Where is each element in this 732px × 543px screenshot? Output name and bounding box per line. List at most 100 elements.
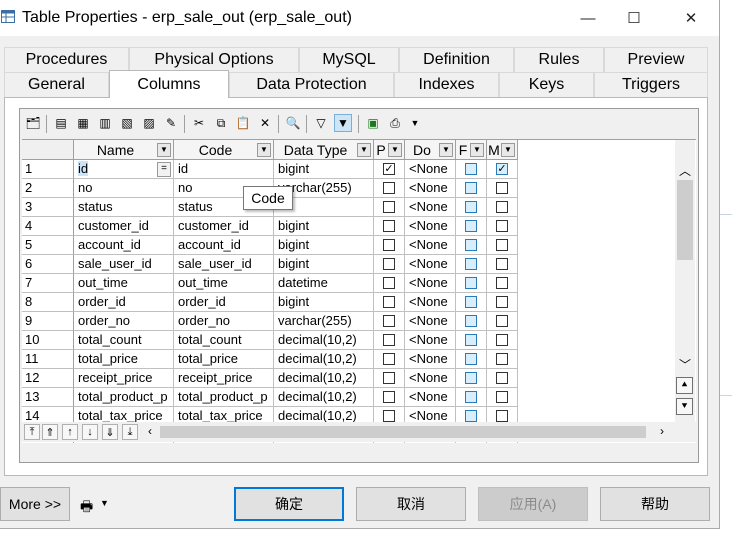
mandatory-checkbox[interactable] [496,239,508,251]
code-cell[interactable]: order_no [174,312,274,331]
table-row[interactable]: 12 receipt_price receipt_price decimal(10,2… [22,369,674,388]
copy-icon[interactable]: ⧉ [212,114,230,132]
name-cell[interactable]: customer_id [74,217,174,236]
scroll-page-down-icon[interactable]: ⯆ [676,398,693,415]
print-icon[interactable]: ⎙ [386,114,404,132]
more-button[interactable]: More >> [0,487,70,521]
foreign-checkbox[interactable] [465,353,477,365]
primary-cell[interactable] [374,369,405,388]
foreign-cell[interactable] [456,198,487,217]
tab-columns[interactable]: Columns [109,70,229,98]
name-cell[interactable]: account_id [74,236,174,255]
cancel-button[interactable]: 取消 [356,487,466,521]
add-row-icon[interactable]: ▤ [52,114,70,132]
header-foreign[interactable]: F ▼ [456,140,487,160]
scroll-right-icon[interactable]: › [654,424,670,440]
print-dropdown-chevron-icon[interactable]: ▼ [406,114,424,132]
primary-cell[interactable] [374,293,405,312]
primary-checkbox[interactable] [383,334,395,346]
filter-icon[interactable]: ▽ [312,114,330,132]
foreign-cell[interactable] [456,217,487,236]
primary-checkbox[interactable] [383,296,395,308]
close-button[interactable]: ✕ [668,0,714,36]
minimize-button[interactable]: — [565,0,611,36]
primary-cell[interactable] [374,388,405,407]
primary-checkbox[interactable] [383,277,395,289]
mandatory-cell[interactable] [487,198,518,217]
data-type-cell[interactable]: decimal(10,2) [274,350,374,369]
table-row[interactable]: 5 account_id account_id bigint <None [22,236,674,255]
primary-checkbox[interactable] [383,258,395,270]
table-row[interactable]: 10 total_count total_count decimal(10,2) <No… [22,331,674,350]
table-row[interactable]: 4 customer_id customer_id bigint <None [22,217,674,236]
mandatory-cell[interactable] [487,217,518,236]
foreign-cell[interactable] [456,255,487,274]
foreign-cell[interactable] [456,160,487,179]
name-cell[interactable]: status [74,198,174,217]
domain-cell[interactable]: <None [405,198,456,217]
domain-cell[interactable]: <None [405,312,456,331]
tab-general[interactable]: General [4,72,109,97]
code-cell[interactable]: order_id [174,293,274,312]
ok-button[interactable]: 确定 [234,487,344,521]
chevron-down-icon[interactable]: ▼ [100,498,109,508]
primary-cell[interactable] [374,350,405,369]
foreign-checkbox[interactable] [465,391,477,403]
paste-icon[interactable]: 📋 [234,114,252,132]
name-cell[interactable]: id = [74,160,174,179]
move-bottom-icon[interactable]: ⤓ [122,424,138,440]
move-page-down-icon[interactable]: ⇓ [102,424,118,440]
table-row[interactable]: 2 no no varchar(255) <None [22,179,674,198]
foreign-checkbox[interactable] [465,410,477,422]
code-cell[interactable]: customer_id [174,217,274,236]
mandatory-cell[interactable] [487,179,518,198]
properties-icon[interactable]: 🗂 [24,114,42,132]
tab-rules[interactable]: Rules [514,47,604,72]
domain-cell[interactable]: <None [405,331,456,350]
mandatory-cell[interactable] [487,350,518,369]
foreign-cell[interactable] [456,388,487,407]
foreign-cell[interactable] [456,312,487,331]
mandatory-cell[interactable] [487,236,518,255]
code-cell[interactable]: out_time [174,274,274,293]
mandatory-checkbox[interactable] [496,334,508,346]
data-type-cell[interactable]: bigint [274,293,374,312]
code-cell[interactable]: total_count [174,331,274,350]
help-button[interactable]: 帮助 [600,487,710,521]
primary-checkbox[interactable] [383,410,395,422]
move-top-icon[interactable]: ⤒ [24,424,40,440]
mandatory-cell[interactable] [487,331,518,350]
foreign-cell[interactable] [456,350,487,369]
data-type-cell[interactable]: bigint [274,236,374,255]
mandatory-checkbox[interactable] [496,315,508,327]
primary-checkbox[interactable] [383,353,395,365]
name-cell[interactable]: total_price [74,350,174,369]
add-column-icon[interactable]: ▧ [118,114,136,132]
domain-cell[interactable]: <None [405,160,456,179]
domain-cell[interactable]: <None [405,388,456,407]
find-icon[interactable]: 🔍 [284,114,302,132]
mandatory-cell[interactable] [487,293,518,312]
mandatory-checkbox[interactable] [496,163,508,175]
mandatory-checkbox[interactable] [496,201,508,213]
wizard-icon[interactable]: ✎ [162,114,180,132]
table-row[interactable]: 13 total_product_p total_product_p decimal(… [22,388,674,407]
domain-cell[interactable]: <None [405,274,456,293]
code-cell[interactable]: receipt_price [174,369,274,388]
cut-icon[interactable]: ✂ [190,114,208,132]
foreign-checkbox[interactable] [465,372,477,384]
apply-button[interactable]: 应用(A) [478,487,588,521]
table-row[interactable]: 3 status status <None [22,198,674,217]
foreign-checkbox[interactable] [465,163,477,175]
primary-cell[interactable] [374,179,405,198]
add-rows-icon[interactable]: ▥ [96,114,114,132]
primary-cell[interactable] [374,217,405,236]
tab-preview[interactable]: Preview [604,47,708,72]
mandatory-checkbox[interactable] [496,258,508,270]
primary-checkbox[interactable] [383,315,395,327]
name-cell[interactable]: order_no [74,312,174,331]
data-type-cell[interactable]: decimal(10,2) [274,388,374,407]
chevron-down-icon[interactable]: ▼ [257,142,271,157]
mandatory-cell[interactable] [487,274,518,293]
tab-physical-options[interactable]: Physical Options [129,47,299,72]
